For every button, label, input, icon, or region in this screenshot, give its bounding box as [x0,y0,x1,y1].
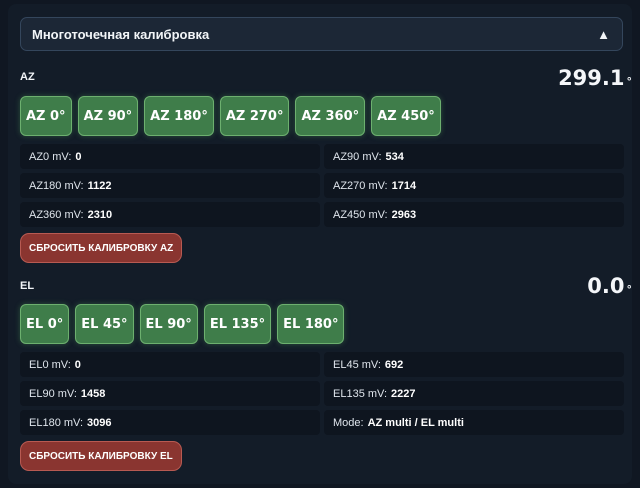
el-135-button[interactable]: EL 135° [203,304,272,344]
el-180-button[interactable]: EL 180° [277,304,345,344]
accordion-title: Многоточечная калибровка [32,26,210,42]
az-current-angle: 299.1 ° [558,66,632,90]
az-90-button[interactable]: AZ 90° [77,96,139,136]
el-reading-cell: EL0 mV: 0 [20,352,320,377]
az-readings-grid: AZ0 mV: 0 AZ90 mV: 534 AZ180 mV: 1122 AZ270… [20,144,624,227]
az-section-label: AZ [20,71,35,83]
reading-label: EL135 mV: [333,387,388,400]
az-reading-cell: AZ360 mV: 2310 [20,202,320,227]
reading-label: EL180 mV: [29,416,84,429]
reading-label: AZ450 mV: [333,208,388,221]
az-450-button[interactable]: AZ 450° [371,96,441,136]
az-reading-cell: AZ90 mV: 534 [324,144,624,169]
el-90-button[interactable]: EL 90° [139,304,198,344]
el-reading-cell: EL90 mV: 1458 [20,381,320,406]
reading-value: 2227 [391,387,416,400]
el-readings-grid: EL0 mV: 0 EL45 mV: 692 EL90 mV: 1458 EL135 … [20,352,624,435]
el-reading-cell: EL180 mV: 3096 [20,410,320,435]
el-reading-cell: EL135 mV: 2227 [324,381,624,406]
mode-label: Mode: [333,416,364,429]
reading-value: 534 [385,150,404,163]
reading-label: AZ360 mV: [29,208,84,221]
reading-label: AZ270 mV: [333,179,388,192]
el-calibration-buttons: EL 0° EL 45° EL 90° EL 135° EL 180° [20,304,345,344]
reading-label: EL45 mV: [333,358,381,371]
az-angle-unit: ° [626,75,633,88]
el-reading-cell: EL45 mV: 692 [324,352,624,377]
reading-label: EL90 mV: [29,387,77,400]
reading-value: 1714 [391,179,417,192]
el-angle-value: 0.0 [587,274,625,298]
el-current-angle: 0.0 ° [587,274,632,298]
el-angle-unit: ° [626,283,633,296]
el-section-label: EL [20,280,35,292]
az-reading-cell: AZ450 mV: 2963 [324,202,624,227]
mode-cell: Mode: AZ multi / EL multi [324,410,624,435]
az-reading-cell: AZ0 mV: 0 [20,144,320,169]
az-calibration-buttons: AZ 0° AZ 90° AZ 180° AZ 270° AZ 360° AZ … [20,96,441,136]
reading-value: 3096 [87,416,112,429]
mode-value: AZ multi / EL multi [367,416,464,429]
reading-label: EL0 mV: [29,358,71,371]
az-reading-cell: AZ180 mV: 1122 [20,173,320,198]
el-0-button[interactable]: EL 0° [20,304,70,344]
reading-value: 0 [74,358,81,371]
az-180-button[interactable]: AZ 180° [144,96,214,136]
az-270-button[interactable]: AZ 270° [219,96,290,136]
reading-label: AZ90 mV: [333,150,382,163]
reading-value: 1458 [80,387,106,400]
el-45-button[interactable]: EL 45° [75,304,134,344]
reading-value: 1122 [87,179,112,192]
reading-label: AZ180 mV: [29,179,84,192]
multipoint-calibration-accordion[interactable]: Многоточечная калибровка ▲ [20,17,623,51]
reading-value: 2310 [87,208,113,221]
az-reading-cell: AZ270 mV: 1714 [324,173,624,198]
az-360-button[interactable]: AZ 360° [295,96,366,136]
reading-label: AZ0 mV: [29,150,72,163]
reading-value: 0 [75,150,82,163]
reading-value: 692 [384,358,404,371]
collapse-arrow-icon[interactable]: ▲ [597,27,610,42]
az-0-button[interactable]: AZ 0° [20,96,72,136]
reading-value: 2963 [391,208,417,221]
az-angle-value: 299.1 [558,66,625,90]
reset-az-calibration-button[interactable]: СБРОСИТЬ КАЛИБРОВКУ AZ [20,233,183,263]
reset-el-calibration-button[interactable]: СБРОСИТЬ КАЛИБРОВКУ EL [20,441,182,471]
